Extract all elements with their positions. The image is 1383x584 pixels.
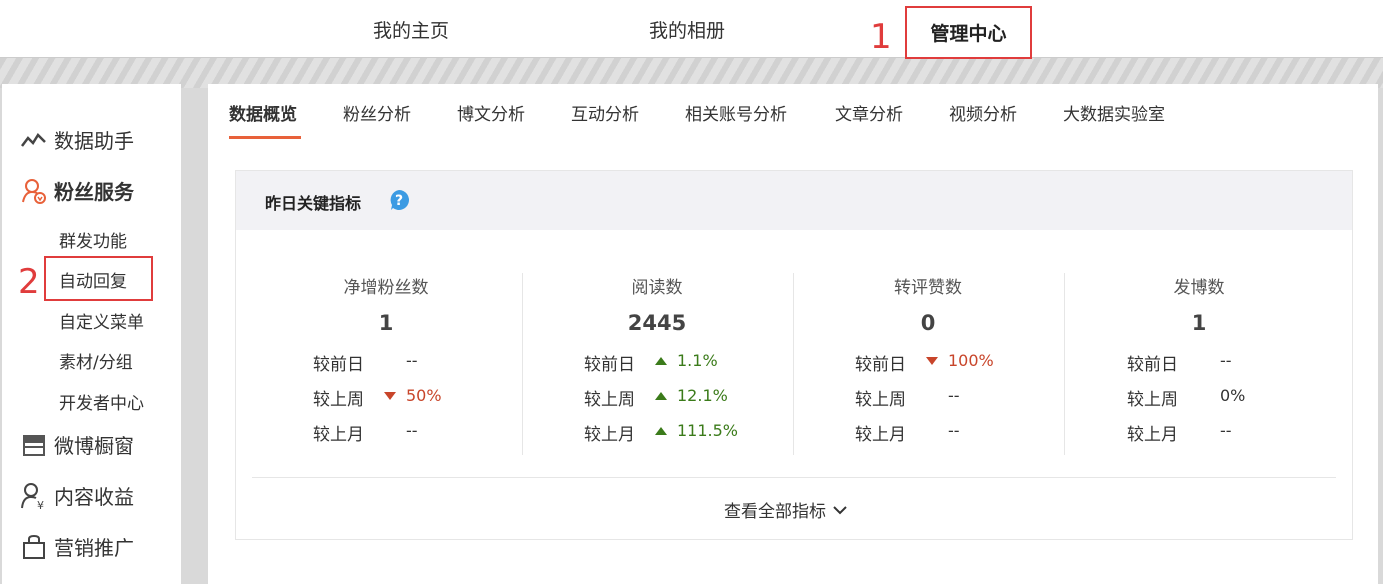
compare-label: 较前日: [313, 355, 364, 375]
shopping-bag-icon: [20, 533, 48, 561]
sidebar-subitem-material-group[interactable]: 素材/分组: [59, 348, 133, 373]
metric-title: 净增粉丝数: [343, 278, 429, 298]
tab-interaction-analysis[interactable]: 互动分析: [571, 100, 639, 125]
compare-value: 1.1%: [677, 351, 718, 370]
annotation-number-2: 2: [18, 262, 40, 302]
nav-my-album[interactable]: 我的相册: [649, 16, 725, 43]
compare-value: --: [406, 421, 418, 440]
compare-label: 较上月: [584, 425, 635, 445]
store-icon: [20, 431, 48, 459]
trend-down-icon: [384, 392, 396, 400]
sidebar-item-marketing[interactable]: 营销推广: [20, 532, 134, 561]
fan-heart-icon: [20, 177, 48, 205]
tab-data-overview[interactable]: 数据概览: [229, 100, 297, 125]
card-separator: [252, 477, 1336, 478]
top-nav: 我的主页 我的相册 管理中心: [0, 0, 1383, 59]
compare-value: 0%: [1220, 386, 1246, 405]
trend-up-icon: [655, 392, 667, 400]
compare-label: 较前日: [1127, 355, 1178, 375]
metric-title: 转评赞数: [894, 278, 962, 298]
svg-text:¥: ¥: [37, 499, 44, 510]
sidebar-item-fan-service[interactable]: 粉丝服务: [20, 176, 134, 205]
compare-value: 100%: [948, 351, 994, 370]
sidebar-item-label: 数据助手: [54, 129, 134, 153]
tab-video-analysis[interactable]: 视频分析: [949, 100, 1017, 125]
sidebar-item-content-income[interactable]: ¥ 内容收益: [20, 481, 134, 510]
compare-value: --: [948, 386, 960, 405]
sidebar-item-weibo-showcase[interactable]: 微博橱窗: [20, 430, 134, 459]
compare-value: --: [406, 351, 418, 370]
sidebar-subitem-custom-menu[interactable]: 自定义菜单: [59, 308, 144, 333]
tab-big-data-lab[interactable]: 大数据实验室: [1063, 100, 1165, 125]
auto-reply-highlight-box: [44, 256, 153, 301]
compare-label: 较上月: [313, 425, 364, 445]
compare-label: 较上月: [855, 425, 906, 445]
compare-label: 较上月: [1127, 425, 1178, 445]
sidebar-item-data-assistant[interactable]: 数据助手: [20, 125, 134, 154]
sidebar-item-label: 微博橱窗: [54, 434, 134, 458]
nav-admin-center-label: 管理中心: [930, 23, 1007, 45]
compare-label: 较前日: [855, 355, 906, 375]
metric-value: 1: [1191, 311, 1207, 335]
compare-label: 较前日: [584, 355, 635, 375]
sidebar-item-label: 营销推广: [54, 536, 134, 560]
tab-article-analysis[interactable]: 文章分析: [835, 100, 903, 125]
nav-my-home[interactable]: 我的主页: [373, 16, 449, 43]
sidebar-subitem-mass-send[interactable]: 群发功能: [59, 227, 127, 252]
column-divider: [1064, 273, 1065, 455]
sidebar-item-label: 内容收益: [54, 485, 134, 509]
chart-line-icon: [20, 126, 48, 154]
metric-value: 2445: [627, 311, 687, 335]
compare-label: 较上周: [313, 390, 364, 410]
tab-related-account-analysis[interactable]: 相关账号分析: [685, 100, 787, 125]
compare-value: 111.5%: [677, 421, 739, 440]
column-divider: [793, 273, 794, 455]
compare-value: --: [1220, 351, 1232, 370]
metric-value: 0: [920, 311, 936, 335]
tab-post-analysis[interactable]: 博文分析: [457, 100, 525, 125]
sidebar-subitem-developer-center[interactable]: 开发者中心: [59, 389, 144, 414]
metric-title: 阅读数: [631, 278, 683, 298]
nav-admin-center[interactable]: 管理中心: [905, 6, 1032, 59]
active-tab-indicator: [229, 136, 301, 139]
tab-fan-analysis[interactable]: 粉丝分析: [343, 100, 411, 125]
svg-text:?: ?: [395, 193, 403, 209]
compare-label: 较上周: [584, 390, 635, 410]
user-yen-icon: ¥: [20, 482, 48, 510]
metric-value: 1: [378, 311, 394, 335]
chevron-down-icon: [832, 505, 848, 515]
view-all-label: 查看全部指标: [724, 502, 826, 522]
compare-value: --: [948, 421, 960, 440]
compare-label: 较上周: [855, 390, 906, 410]
trend-up-icon: [655, 427, 667, 435]
metric-title: 发博数: [1173, 278, 1225, 298]
annotation-number-1: 1: [870, 17, 892, 57]
help-question-icon[interactable]: ?: [388, 189, 410, 211]
sidebar-item-label: 粉丝服务: [54, 180, 134, 204]
card-title: 昨日关键指标: [265, 194, 362, 213]
compare-value: 50%: [406, 386, 442, 405]
compare-value: 12.1%: [677, 386, 728, 405]
trend-down-icon: [926, 357, 938, 365]
view-all-metrics-button[interactable]: 查看全部指标: [724, 497, 848, 522]
column-divider: [522, 273, 523, 455]
trend-up-icon: [655, 357, 667, 365]
compare-label: 较上周: [1127, 390, 1178, 410]
compare-value: --: [1220, 421, 1232, 440]
